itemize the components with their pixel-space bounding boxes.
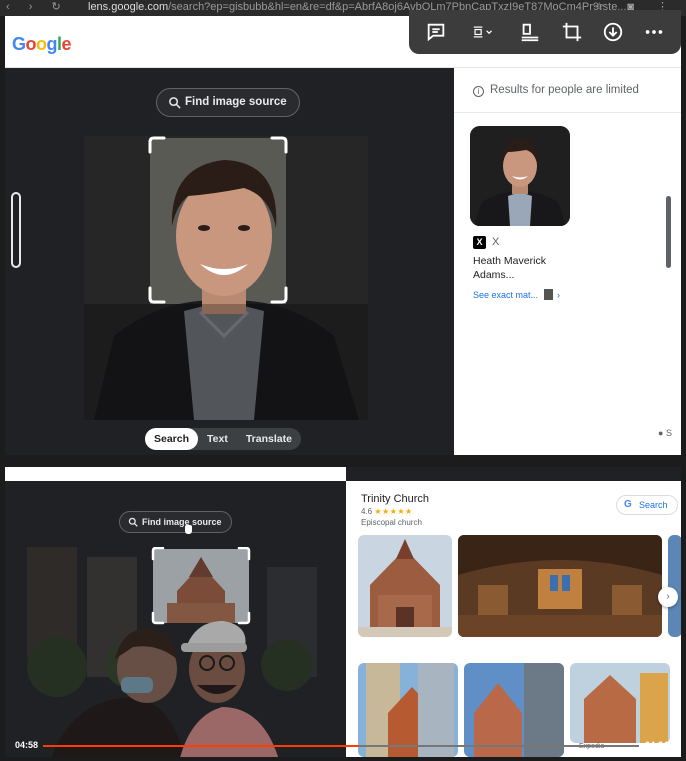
lens-image-area: Find image source Search Text Translate [5, 68, 454, 455]
screen-recording-frame: ‹ › ↻ lens.google.com/search?ep=gisbubb&… [0, 0, 686, 761]
see-exact-match-link[interactable]: See exact mat... › [473, 289, 560, 300]
lens-bottom-panel: Find image source Trinity Church 4.6 ★★★… [5, 467, 681, 757]
fit-icon[interactable] [459, 16, 507, 48]
url-host: lens.google.com [88, 1, 169, 13]
mode-search-tab[interactable]: Search [145, 428, 199, 450]
uploaded-portrait-image[interactable] [84, 136, 368, 420]
logo-letter: o [25, 34, 37, 54]
church-exterior-image[interactable] [358, 535, 452, 637]
logo-letter: g [46, 34, 58, 54]
place-name[interactable]: Trinity Church [361, 493, 429, 505]
logo-letter: G [12, 34, 26, 54]
result-thumbnail[interactable] [470, 126, 570, 226]
comment-icon[interactable] [418, 16, 454, 48]
church-interior-image[interactable] [458, 535, 662, 637]
place-type: Episcopal church [361, 518, 422, 527]
uploaded-selfie-image[interactable] [27, 547, 317, 757]
chevron-right-icon[interactable]: › [658, 587, 678, 607]
more-icon[interactable] [636, 16, 672, 48]
image-search-icon [169, 97, 181, 109]
place-rating: 4.6 ★★★★★ [361, 507, 413, 516]
elapsed-time: 04:58 [15, 740, 39, 750]
align-icon[interactable] [512, 16, 548, 48]
side-handle[interactable] [11, 192, 21, 268]
place-search-button[interactable]: G Search [616, 495, 678, 515]
mouse-cursor-icon [185, 525, 192, 534]
source-name: X [492, 236, 500, 248]
mode-text-tab[interactable]: Text [198, 428, 237, 450]
find-image-source-label-2: Find image source [142, 517, 222, 527]
panel-gap [0, 455, 686, 467]
rating-value: 4.6 [361, 507, 373, 516]
google-logo[interactable]: Google [12, 34, 72, 55]
download-icon[interactable] [595, 16, 631, 48]
find-image-source-label: Find image source [185, 96, 287, 108]
chevron-right-icon: › [557, 290, 561, 300]
cut-off-text: ● S [658, 428, 672, 438]
mode-translate-tab[interactable]: Translate [237, 428, 301, 450]
exact-match-label: See exact mat... [473, 290, 539, 300]
results-limited-notice[interactable]: i Results for people are limited [473, 84, 639, 97]
cut-off-image[interactable] [668, 535, 681, 637]
logo-letter: e [61, 34, 72, 54]
google-g-icon: G [624, 499, 632, 510]
info-icon: i [473, 86, 484, 97]
search-chip-label: Search [639, 500, 668, 510]
lens-image-area-2: Find image source [5, 467, 346, 757]
cut-off-label: S [665, 428, 672, 438]
progress-played [43, 745, 359, 747]
exact-match-thumb [544, 289, 554, 300]
star-rating-icon: ★★★★★ [374, 507, 413, 516]
results-panel: i Results for people are limited XX Heath… [454, 68, 681, 455]
browser-nav-icons[interactable]: ‹ › ↻ [6, 0, 69, 13]
church-plaza-image[interactable] [570, 663, 670, 743]
overlay-toolbar [409, 10, 681, 54]
result-title[interactable]: Heath Maverick Adams... [473, 254, 573, 282]
progress-track[interactable] [43, 745, 639, 747]
find-image-source-button-2[interactable]: Find image source [119, 511, 232, 533]
logo-letter: o [36, 34, 47, 54]
image-search-icon [128, 517, 138, 527]
x-logo-icon: X [473, 236, 486, 249]
results-scrollbar[interactable] [666, 196, 671, 268]
notice-text: Results for people are limited [490, 84, 639, 96]
remaining-time: 04:24 [644, 740, 668, 750]
result-source[interactable]: XX [473, 236, 499, 249]
divider [454, 112, 681, 113]
video-player-controls: 04:58 04:24 [5, 735, 681, 757]
lens-mode-switcher: Search Text Translate [145, 428, 301, 450]
lens-top-panel: Google Find image source Search Text Tra… [5, 10, 681, 455]
crop-icon[interactable] [554, 16, 590, 48]
find-image-source-button[interactable]: Find image source [156, 88, 300, 117]
place-results-panel: Trinity Church 4.6 ★★★★★ Episcopal churc… [346, 481, 681, 757]
